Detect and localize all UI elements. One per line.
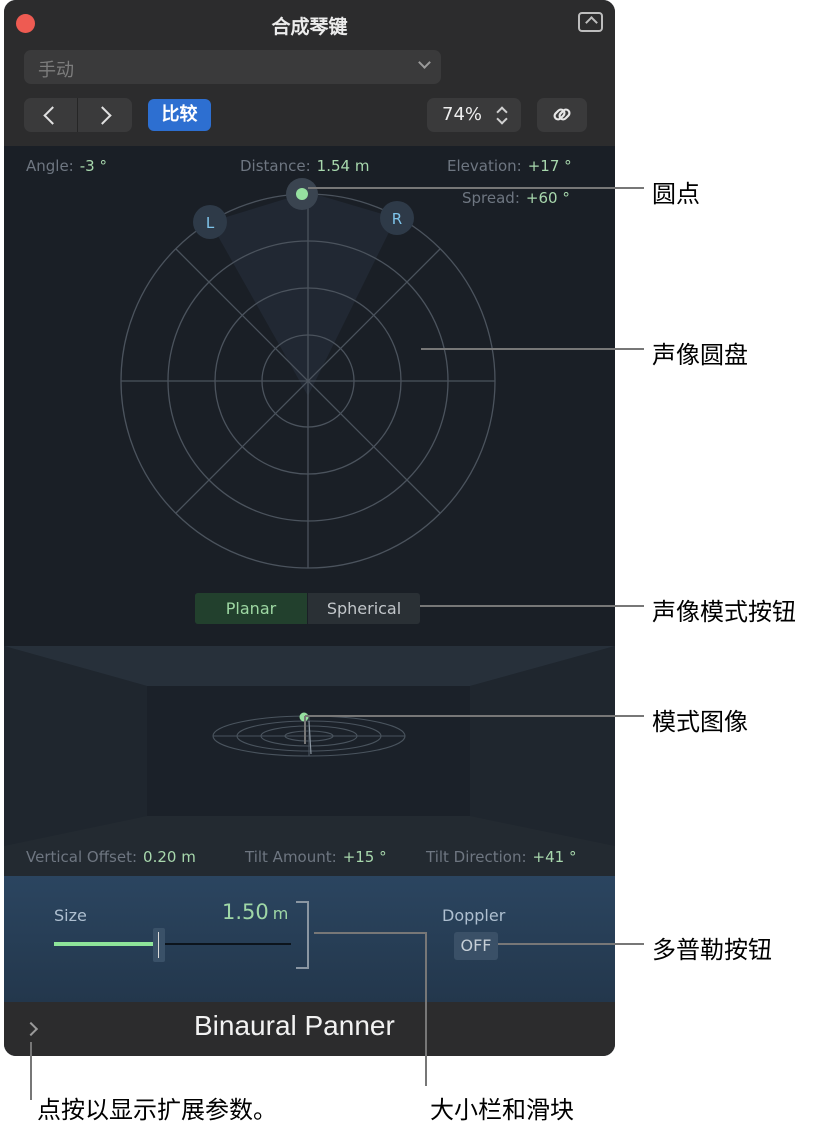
callout-pan-mode-buttons: 声像模式按钮 — [652, 598, 796, 626]
callout-pan-disk: 声像圆盘 — [652, 341, 748, 369]
callout-doppler-button: 多普勒按钮 — [652, 936, 772, 964]
callout-dot: 圆点 — [652, 180, 700, 208]
callout-size-bar-slider: 大小栏和滑块 — [430, 1096, 574, 1124]
callout-expand-hint: 点按以显示扩展参数。 — [37, 1096, 277, 1124]
callout-mode-image: 模式图像 — [652, 708, 748, 736]
